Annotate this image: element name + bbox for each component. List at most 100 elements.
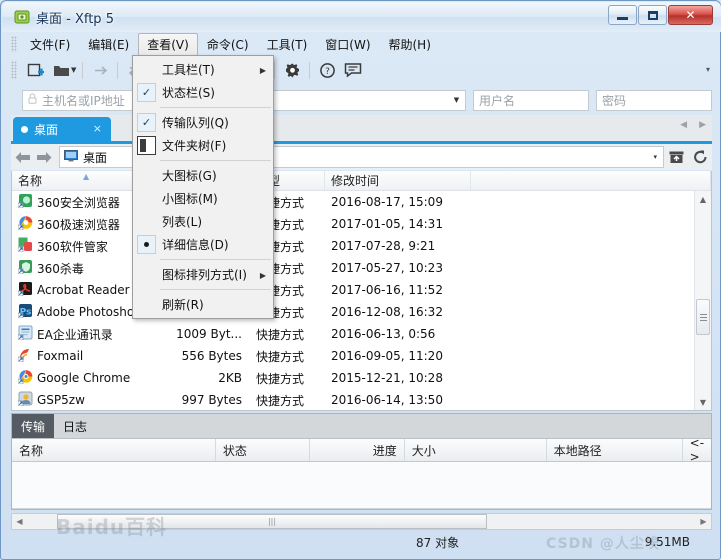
menu-item[interactable]: 工具栏(T) ▶ [133,58,273,81]
menu-item[interactable]: ✓ 传输队列(Q) [133,111,273,134]
open-folder-dropdown-icon[interactable]: ▼ [71,66,76,74]
refresh-button[interactable] [688,146,712,168]
file-modified-cell: 2015-12-21, 10:28 [331,371,443,385]
menu-command[interactable]: 命令(C) [198,33,258,56]
session-tab-desktop[interactable]: 桌面 × [13,117,111,141]
toolbar-grip[interactable] [11,61,17,79]
file-row[interactable]: 360软件管家 快捷方式 2017-07-28, 9:21 [12,235,711,257]
file-modified-cell: 2017-07-28, 9:21 [331,239,436,253]
xfer-column-direction[interactable]: <-> [683,436,711,464]
tab-log[interactable]: 日志 [54,414,96,438]
menu-item-label: 详细信息(D) [162,238,229,252]
file-row[interactable]: GSP5zw 997 Bytes 快捷方式 2016-06-14, 13:50 [12,389,711,411]
file-type-cell: 快捷方式 [256,349,305,364]
hscroll-left-icon[interactable]: ◀ [12,517,27,526]
hscroll-track[interactable]: ||| [27,514,696,529]
tab-close-icon[interactable]: × [93,122,102,135]
foxmail-icon [17,347,33,365]
menu-item[interactable]: 刷新(R) [133,293,273,316]
feedback-icon[interactable] [340,58,366,82]
xfer-column-size[interactable]: 大小 [405,439,547,461]
submenu-arrow-icon: ▶ [259,66,266,75]
horizontal-scrollbar[interactable]: ◀ ||| ▶ [11,513,712,530]
menu-item[interactable]: 详细信息(D) [133,233,273,256]
column-header-modified[interactable]: 修改时间 [325,171,471,190]
menubar-grip[interactable] [11,36,17,52]
maximize-button[interactable] [638,5,667,25]
tab-prev-icon[interactable]: ◀ [680,120,687,130]
file-row[interactable]: 360杀毒 快捷方式 2017-05-27, 10:23 [12,257,711,279]
menu-edit[interactable]: 编辑(E) [79,33,138,56]
file-row[interactable]: PsAdobe Photoshop ...844 Bytes快捷方式2016-1… [12,301,711,323]
panel-splitter-handle[interactable] [696,299,710,335]
menu-item[interactable]: ✓ 状态栏(S) [133,81,273,104]
forward-button[interactable] [33,146,55,168]
minimize-button[interactable] [608,5,637,25]
column-header-name-label: 名称 [18,174,43,188]
file-size-cell: 997 Bytes [181,393,242,407]
xfer-column-name[interactable]: 名称 [12,439,216,461]
menu-separator [160,107,271,108]
file-row[interactable]: 360极速浏览器 快捷方式 2017-01-05, 14:31 [12,213,711,235]
hscroll-right-icon[interactable]: ▶ [696,517,711,526]
menu-help[interactable]: 帮助(H) [380,33,440,56]
file-row[interactable]: EA企业通讯录 1009 Byt... 快捷方式 2016-06-13, 0:56 [12,323,711,345]
new-session-icon[interactable] [22,58,48,82]
file-name-text: Foxmail [37,349,84,363]
menu-item-label: 状态栏(S) [162,86,215,100]
xfer-column-progress[interactable]: 进度 [310,439,405,461]
password-input[interactable]: 密码 [596,89,712,111]
close-button[interactable]: ✕ [668,5,713,25]
menu-item-label: 列表(L) [162,215,203,229]
file-row[interactable]: Foxmail 556 Bytes 快捷方式 2016-09-05, 11:20 [12,345,711,367]
file-name-text: 360软件管家 [37,239,108,254]
file-name-cell: GSP5zw [12,391,155,409]
chrome-icon [17,369,33,387]
menu-file[interactable]: 文件(F) [21,33,79,56]
transfer-panel: 传输 日志 名称 状态 进度 大小 本地路径 <-> [11,413,712,510]
scroll-up-icon[interactable]: ▲ [695,191,711,207]
tab-transfer[interactable]: 传输 [12,414,55,438]
file-size-cell: 2KB [218,371,242,385]
path-text: 桌面 [83,150,108,165]
upload-button[interactable] [664,146,688,168]
menu-separator [160,259,271,260]
menu-item[interactable]: 文件夹树(F) [133,134,273,157]
tab-next-icon[interactable]: ▶ [699,120,706,130]
file-modified-cell: 2016-09-05, 11:20 [331,349,443,363]
host-history-dropdown-icon[interactable]: ▼ [448,89,466,111]
scroll-down-icon[interactable]: ▼ [695,394,711,410]
file-row[interactable]: Acrobat Reader ... 快捷方式 2017-06-16, 11:52 [12,279,711,301]
username-input[interactable]: 用户名 [473,89,589,111]
menu-window[interactable]: 窗口(W) [316,33,379,56]
file-modified-cell: 2016-06-14, 13:50 [331,393,443,407]
acrobat-reader-icon [17,281,33,299]
xfer-column-status[interactable]: 状态 [216,439,311,461]
help-icon[interactable]: ? [314,58,340,82]
xfer-column-localpath[interactable]: 本地路径 [547,439,683,461]
file-row[interactable]: 360安全浏览器 快捷方式 2016-08-17, 15:09 [12,191,711,213]
file-name-cell: Foxmail [12,347,155,365]
loginbar-grip[interactable] [11,92,17,108]
menu-item[interactable]: 列表(L) [133,210,273,233]
photoshop-icon: Ps [17,303,33,321]
window-controls: ✕ [608,5,713,25]
360-chrome-icon [17,215,33,233]
menu-item[interactable]: 大图标(G) [133,164,273,187]
menu-tools[interactable]: 工具(T) [258,33,317,56]
file-modified-cell: 2016-06-13, 0:56 [331,327,436,341]
menu-view[interactable]: 查看(V) [138,32,198,56]
menu-item[interactable]: 图标排列方式(I) ▶ [133,263,273,286]
back-button[interactable] [11,146,33,168]
file-name-text: GSP5zw [37,393,85,407]
file-modified-cell: 2017-06-16, 11:52 [331,283,443,297]
toolbar-overflow-icon[interactable]: ▾ [706,65,710,74]
settings-gear-icon[interactable] [279,58,305,82]
file-row[interactable]: Google Chrome 2KB 快捷方式 2015-12-21, 10:28 [12,367,711,389]
path-dropdown-icon[interactable]: ▾ [653,153,659,161]
hscroll-thumb[interactable]: ||| [57,514,487,529]
tab-label: 桌面 [34,122,59,137]
file-size-cell: 556 Bytes [181,349,242,363]
menu-item[interactable]: 小图标(M) [133,187,273,210]
xftp-window: 桌面 - Xftp 5 ✕ 文件(F) 编辑(E) 查看(V) 命令(C) 工具… [0,0,721,560]
